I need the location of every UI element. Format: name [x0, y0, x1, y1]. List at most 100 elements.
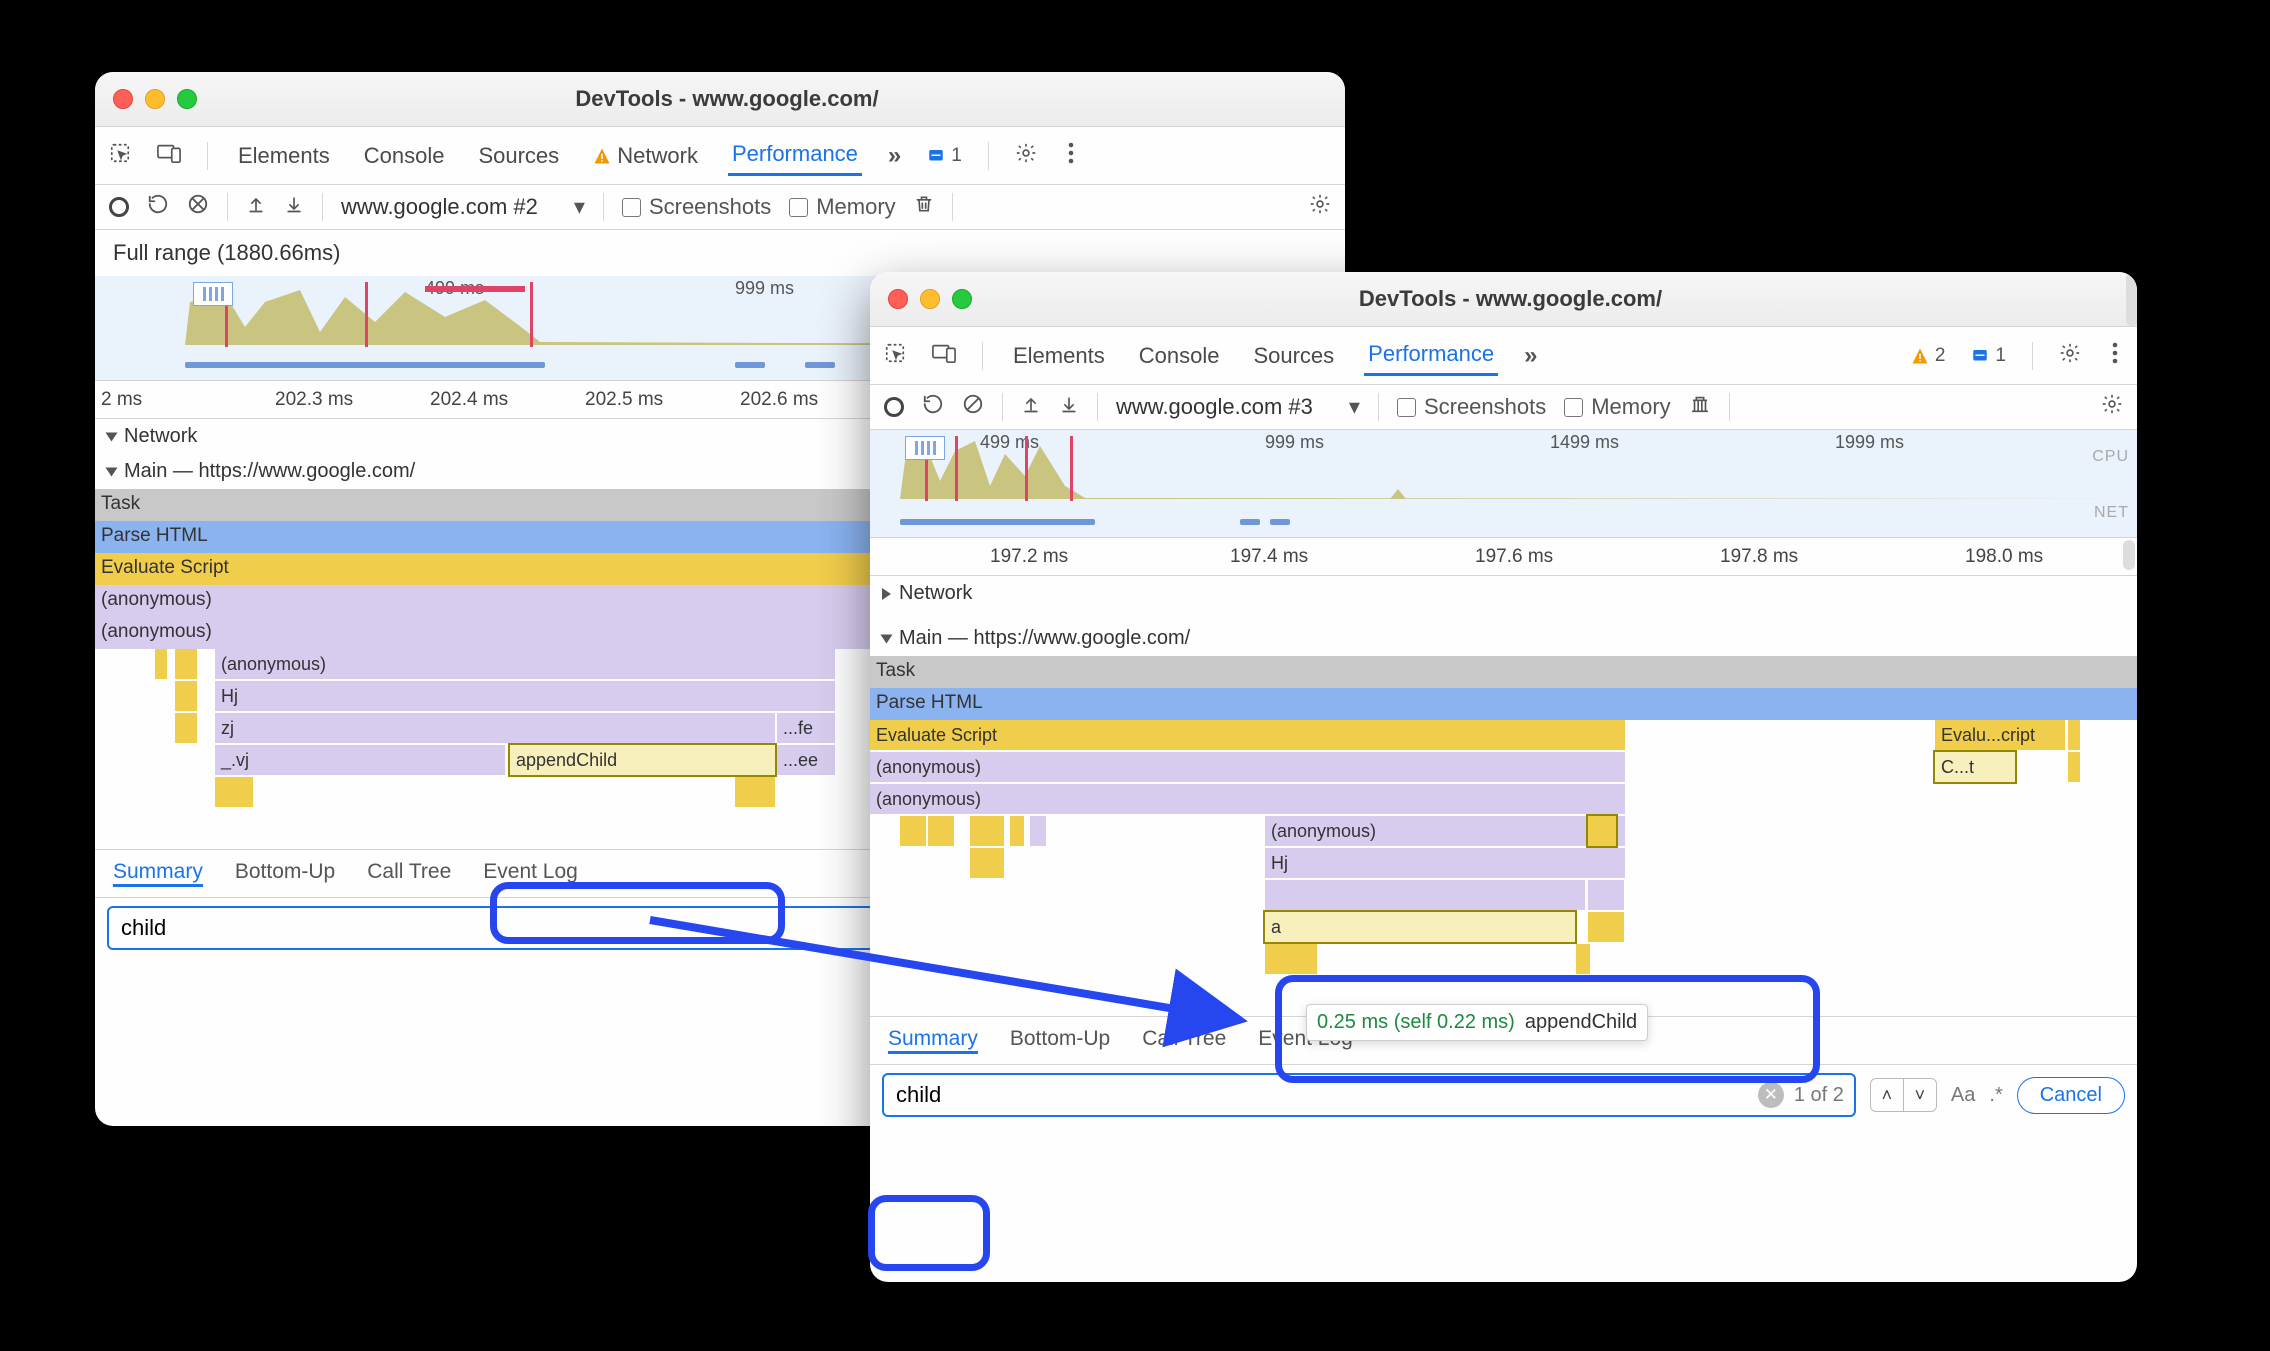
subtab-calltree[interactable]: Call Tree [1142, 1027, 1226, 1054]
record-icon[interactable] [884, 397, 904, 417]
flame-a[interactable]: a [1265, 912, 1575, 942]
flame-ct[interactable]: C...t [1935, 752, 2015, 782]
flame-chip[interactable] [1010, 816, 1024, 846]
tab-network[interactable]: Network [589, 137, 702, 175]
subtab-eventlog[interactable]: Event Log [483, 860, 578, 887]
flame-chip[interactable] [1265, 880, 1585, 910]
flame-chip[interactable] [735, 777, 775, 807]
search-input[interactable] [894, 1081, 1758, 1109]
flame-chip[interactable] [1588, 816, 1616, 846]
flame-chip[interactable] [2068, 720, 2080, 750]
download-icon[interactable] [284, 193, 304, 221]
kebab-menu-icon[interactable] [2107, 342, 2123, 370]
flame-anonymous[interactable]: (anonymous) [215, 649, 835, 679]
tab-elements[interactable]: Elements [234, 137, 334, 175]
track-network[interactable]: Network [870, 576, 2137, 611]
flame-evalscript[interactable]: Evaluate Script [870, 720, 1625, 750]
subtab-calltree[interactable]: Call Tree [367, 860, 451, 887]
kebab-menu-icon[interactable] [1063, 142, 1079, 170]
subtab-bottomup[interactable]: Bottom-Up [235, 860, 335, 887]
flame-chip[interactable] [970, 848, 1004, 878]
track-main[interactable]: Main — https://www.google.com/ [870, 621, 2137, 656]
maximize-window-icon[interactable] [177, 89, 197, 109]
next-result-icon[interactable]: ˅ [1903, 1078, 1937, 1112]
flame-chip[interactable] [215, 777, 253, 807]
inspect-icon[interactable] [109, 142, 131, 170]
inspect-icon[interactable] [884, 342, 906, 370]
tab-console[interactable]: Console [360, 137, 449, 175]
reload-icon[interactable] [147, 193, 169, 221]
flame-chip[interactable] [1030, 816, 1046, 846]
flame-chip[interactable] [928, 816, 954, 846]
traffic-lights[interactable] [113, 89, 197, 109]
minimize-window-icon[interactable] [920, 289, 940, 309]
flame-vj[interactable]: _.vj [215, 745, 505, 775]
device-toolbar-icon[interactable] [157, 142, 181, 170]
flame-chip[interactable] [900, 816, 926, 846]
device-toolbar-icon[interactable] [932, 342, 956, 370]
warnings-badge[interactable]: 2 [1911, 345, 1946, 367]
gear-icon[interactable] [2059, 342, 2081, 370]
flame-anonymous[interactable]: (anonymous) [1265, 816, 1625, 846]
ruler[interactable]: 197.2 ms 197.4 ms 197.6 ms 197.8 ms 198.… [870, 538, 2137, 576]
minimize-window-icon[interactable] [145, 89, 165, 109]
tab-performance[interactable]: Performance [728, 135, 862, 176]
flame-fe[interactable]: ...fe [777, 713, 835, 743]
flame-evalscript[interactable]: Evalu...cript [1935, 720, 2065, 750]
flame-chip[interactable] [1588, 880, 1624, 910]
flame-chip[interactable] [155, 649, 167, 679]
checkbox-screenshots[interactable]: Screenshots [1397, 394, 1546, 420]
tab-performance[interactable]: Performance [1364, 335, 1498, 376]
checkbox-screenshots[interactable]: Screenshots [622, 194, 771, 220]
clear-icon[interactable] [187, 193, 209, 221]
gear-icon[interactable] [1015, 142, 1037, 170]
overflow-tabs-icon[interactable]: » [888, 142, 901, 170]
issues-badge[interactable]: 1 [1971, 345, 2006, 367]
flame-chip[interactable] [1588, 912, 1624, 942]
flame-chip[interactable] [2068, 752, 2080, 782]
cancel-button[interactable]: Cancel [2017, 1077, 2125, 1114]
flame-chip[interactable] [175, 713, 197, 743]
flame-hj[interactable]: Hj [215, 681, 835, 711]
checkbox-memory[interactable]: Memory [1564, 394, 1670, 420]
collect-garbage-icon[interactable] [1689, 393, 1711, 421]
subtab-summary[interactable]: Summary [113, 860, 203, 887]
clear-search-icon[interactable]: ✕ [1758, 1082, 1784, 1108]
flame-chip[interactable] [1576, 944, 1590, 974]
match-case-toggle[interactable]: Aa [1951, 1084, 1975, 1107]
close-window-icon[interactable] [888, 289, 908, 309]
flame-chip[interactable] [175, 649, 197, 679]
flame-ee[interactable]: ...ee [777, 745, 835, 775]
flame-parsehtml[interactable]: Parse HTML [870, 688, 2137, 720]
search-input-container[interactable]: ✕ 1 of 2 [882, 1073, 1856, 1117]
close-window-icon[interactable] [113, 89, 133, 109]
download-icon[interactable] [1059, 393, 1079, 421]
gear-icon[interactable] [2101, 393, 2123, 421]
gear-icon[interactable] [1309, 193, 1331, 221]
flame-chip[interactable] [175, 681, 197, 711]
tab-console[interactable]: Console [1135, 337, 1224, 375]
flame-anonymous[interactable]: (anonymous) [870, 784, 1625, 814]
subtab-bottomup[interactable]: Bottom-Up [1010, 1027, 1110, 1054]
overflow-tabs-icon[interactable]: » [1524, 342, 1537, 370]
tab-sources[interactable]: Sources [474, 137, 563, 175]
flame-zj[interactable]: zj [215, 713, 775, 743]
record-icon[interactable] [109, 197, 129, 217]
prev-result-icon[interactable]: ˄ [1870, 1078, 1904, 1112]
regex-toggle[interactable]: .* [1989, 1084, 2002, 1107]
recording-dropdown[interactable]: www.google.com #3 ▾ [1116, 394, 1360, 420]
flame-appendchild[interactable]: appendChild [510, 745, 775, 775]
timeline-overview[interactable]: CPU NET 499 ms 999 ms 1499 ms 1999 ms [870, 430, 2137, 538]
flame-hj[interactable]: Hj [1265, 848, 1625, 878]
maximize-window-icon[interactable] [952, 289, 972, 309]
clear-icon[interactable] [962, 393, 984, 421]
flame-chip[interactable] [970, 816, 1004, 846]
flame-anonymous[interactable]: (anonymous) [870, 752, 1625, 782]
tab-sources[interactable]: Sources [1249, 337, 1338, 375]
issues-badge[interactable]: 1 [927, 145, 962, 167]
reload-icon[interactable] [922, 393, 944, 421]
tab-elements[interactable]: Elements [1009, 337, 1109, 375]
upload-icon[interactable] [246, 193, 266, 221]
traffic-lights[interactable] [888, 289, 972, 309]
trash-icon[interactable] [914, 193, 934, 221]
